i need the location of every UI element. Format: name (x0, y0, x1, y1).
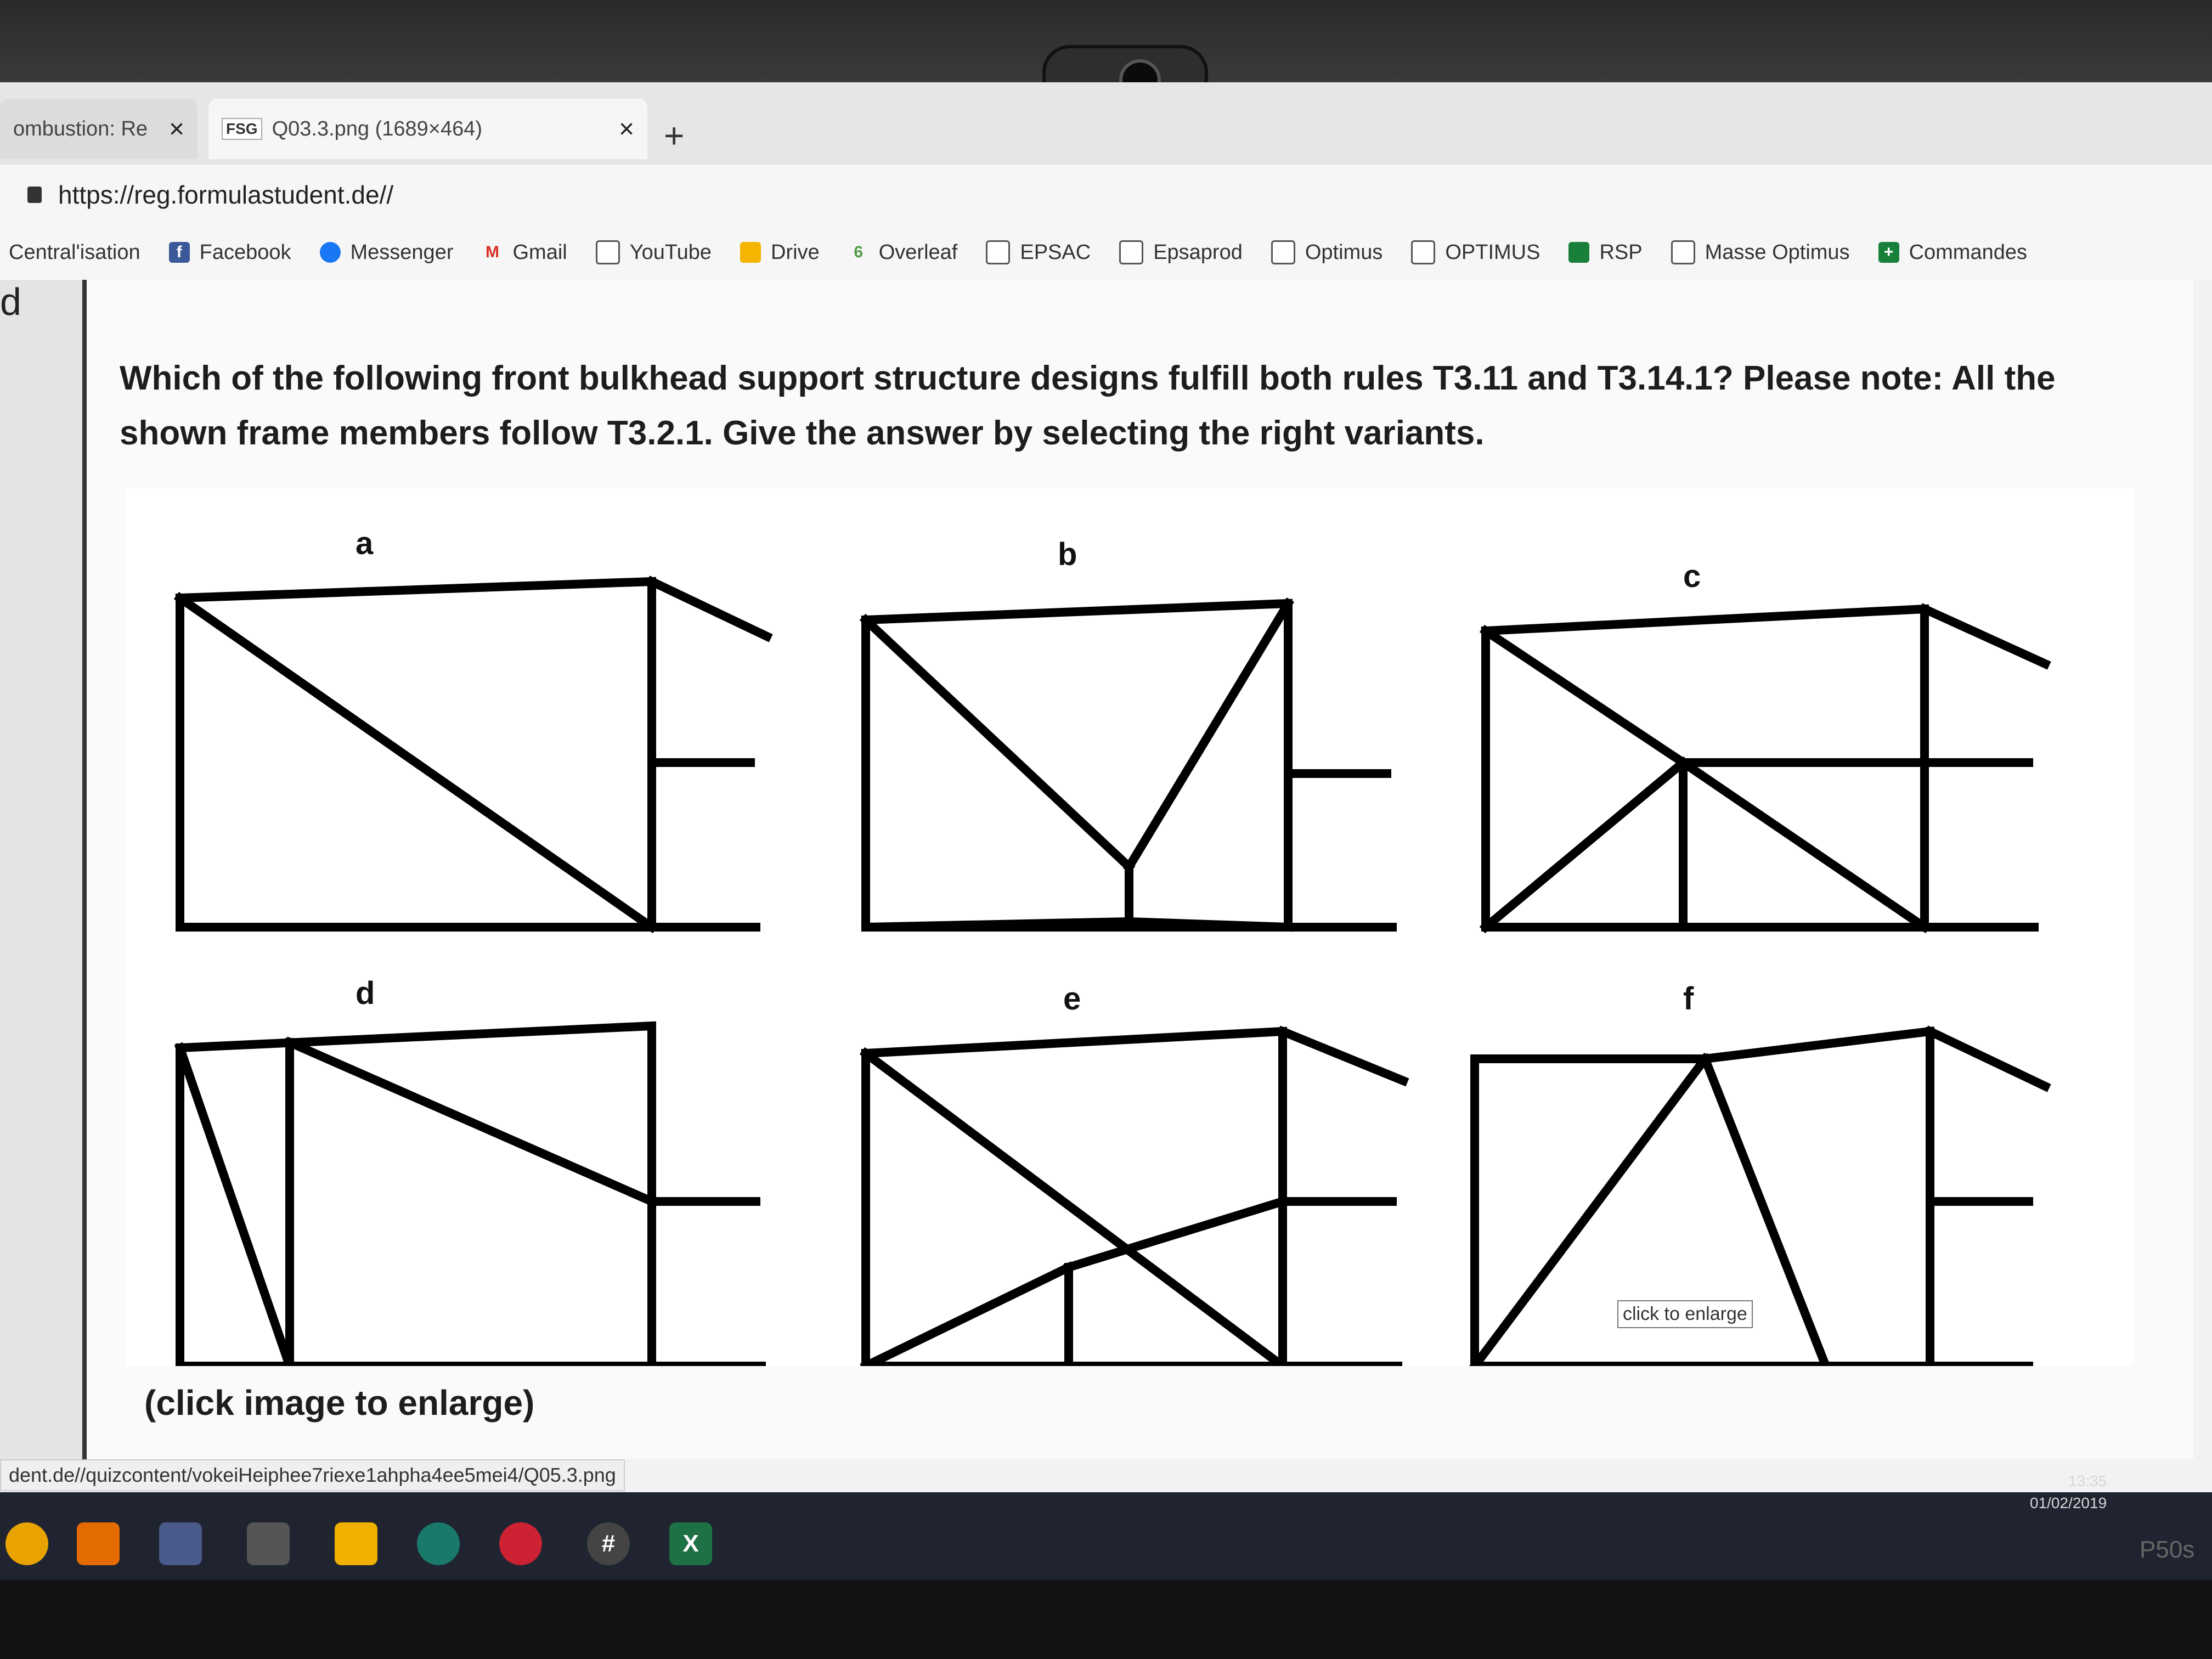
frame-b (859, 597, 1397, 932)
slack-icon[interactable]: # (587, 1522, 630, 1565)
laptop-bezel-bottom (0, 1580, 2212, 1659)
bookmark-epsac[interactable]: EPSAC (986, 240, 1091, 264)
page-icon (1671, 240, 1695, 264)
status-url-bar: dent.de//quizcontent/vokeiHeiphee7riexe1… (0, 1459, 625, 1491)
overleaf-icon: 6 (854, 243, 864, 261)
page-icon (1271, 240, 1295, 264)
frame-a (173, 575, 773, 934)
page-icon (595, 240, 620, 264)
bookmark-centralisation[interactable]: Central'isation (9, 241, 140, 264)
tab-title: ombustion: Re (13, 117, 148, 140)
tab-strip: ombustion: Re × FSG Q03.3.png (1689×464)… (0, 82, 2212, 165)
matlab-icon[interactable] (77, 1522, 120, 1565)
app-circle-icon[interactable] (417, 1522, 460, 1565)
file-explorer-icon[interactable] (335, 1522, 377, 1565)
page-icon (1119, 240, 1144, 264)
label-e: e (1063, 981, 1081, 1017)
record-icon[interactable] (499, 1522, 542, 1565)
page-icon (1411, 240, 1436, 264)
bookmark-facebook[interactable]: f Facebook (168, 241, 291, 264)
facebook-icon: f (168, 242, 190, 263)
tab-close-icon[interactable]: × (619, 114, 634, 144)
left-gutter: d (0, 280, 82, 1459)
clock-time: 13:35 (2068, 1472, 2107, 1489)
bookmark-messenger[interactable]: Messenger (319, 241, 453, 264)
messenger-icon (319, 242, 341, 263)
taskbar: # X (0, 1492, 2212, 1591)
label-d: d (356, 975, 375, 1011)
frame-d (174, 1021, 766, 1366)
label-a: a (356, 526, 374, 561)
gutter-letter: d (0, 280, 21, 323)
clock-date: 01/02/2019 (2030, 1494, 2107, 1511)
drive-icon (740, 242, 761, 263)
frame-e (859, 1025, 1409, 1366)
new-tab-button[interactable]: + (664, 115, 684, 156)
bookmark-commandes[interactable]: + Commandes (1878, 241, 2027, 264)
bookmark-overleaf[interactable]: 6 Overleaf (848, 241, 957, 264)
bookmarks-bar: Central'isation f Facebook Messenger M Gma… (0, 225, 2212, 280)
bookmark-gmail[interactable]: M Gmail (482, 241, 567, 264)
frame-f (1469, 1025, 2051, 1366)
sheet-icon (1568, 242, 1590, 263)
label-f: f (1683, 981, 1694, 1017)
bookmark-masse-optimus[interactable]: Masse Optimus (1671, 240, 1850, 264)
bookmark-rsp[interactable]: RSP (1568, 241, 1643, 264)
laptop-brand: P50s (2140, 1536, 2195, 1563)
tab-close-icon[interactable]: × (169, 114, 184, 144)
page-content: Which of the following front bulkhead su… (82, 280, 2193, 1459)
enlarge-tooltip: click to enlarge (1617, 1300, 1753, 1328)
bookmark-youtube[interactable]: YouTube (595, 240, 712, 264)
chrome-icon[interactable] (5, 1522, 48, 1565)
tab-q03-image[interactable]: FSG Q03.3.png (1689×464) × (208, 99, 647, 159)
bulkhead-figure[interactable]: a b c d e f click to enlarge (125, 488, 2133, 1366)
gmail-icon: M (485, 243, 499, 261)
question-text: Which of the following front bulkhead su… (120, 359, 2056, 452)
label-b: b (1058, 537, 1077, 572)
bookmark-optimus[interactable]: Optimus (1271, 240, 1383, 264)
bookmark-optimus-caps[interactable]: OPTIMUS (1411, 240, 1540, 264)
tab-title: Q03.3.png (1689×464) (272, 117, 483, 140)
solidworks-icon[interactable] (159, 1522, 202, 1565)
enlarge-link[interactable]: (click image to enlarge) (144, 1383, 534, 1423)
tray-clock[interactable]: 13:35 01/02/2019 (2030, 1470, 2107, 1514)
frame-c (1479, 603, 2051, 934)
bulkhead-diagrams: a b c d e f (173, 526, 2051, 1366)
bookmark-drive[interactable]: Drive (740, 241, 820, 264)
lock-icon (27, 187, 42, 203)
tab-combustion[interactable]: ombustion: Re × (0, 99, 198, 159)
excel-icon[interactable]: X (669, 1522, 712, 1565)
label-c: c (1683, 558, 1701, 594)
fsg-favicon-icon: FSG (222, 118, 262, 140)
bookmark-epsaprod[interactable]: Epsaprod (1119, 240, 1243, 264)
url-text[interactable]: https://reg.formulastudent.de// (58, 180, 393, 210)
page-icon (986, 240, 1011, 264)
photos-icon[interactable] (247, 1522, 290, 1565)
address-bar[interactable]: https://reg.formulastudent.de// (0, 165, 2212, 225)
plus-icon: + (1878, 242, 1899, 263)
